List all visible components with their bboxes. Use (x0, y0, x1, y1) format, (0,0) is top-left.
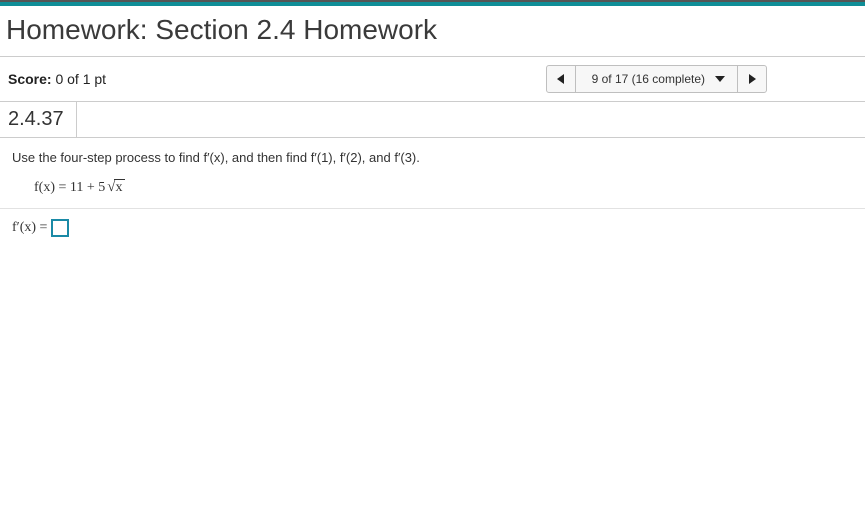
function-prefix: f(x) = 11 + 5 (34, 180, 105, 195)
problem-id-row: 2.4.37 (0, 102, 865, 138)
sqrt-expression: √x (105, 179, 124, 196)
score-label: Score: (8, 71, 52, 87)
score-display: Score: 0 of 1 pt (8, 71, 106, 87)
answer-row: f′(x) = (0, 209, 865, 247)
score-value: 0 of 1 pt (55, 71, 106, 87)
triangle-left-icon (557, 74, 564, 84)
question-nav: 9 of 17 (16 complete) (546, 65, 767, 93)
triangle-right-icon (749, 74, 756, 84)
info-row: Score: 0 of 1 pt 9 of 17 (16 complete) (0, 57, 865, 102)
page-title: Homework: Section 2.4 Homework (0, 6, 865, 57)
answer-input[interactable] (51, 219, 69, 237)
triangle-down-icon (715, 76, 725, 82)
question-position-dropdown[interactable]: 9 of 17 (16 complete) (576, 65, 737, 93)
prev-question-button[interactable] (546, 65, 576, 93)
answer-label: f′(x) = (12, 220, 47, 236)
question-position-text: 9 of 17 (16 complete) (592, 72, 705, 86)
sqrt-argument: x (114, 179, 125, 195)
function-definition: f(x) = 11 + 5√x (12, 179, 853, 208)
next-question-button[interactable] (737, 65, 767, 93)
problem-id: 2.4.37 (0, 102, 77, 137)
question-area: Use the four-step process to find f′(x),… (0, 138, 865, 209)
problem-instruction: Use the four-step process to find f′(x),… (12, 150, 853, 165)
